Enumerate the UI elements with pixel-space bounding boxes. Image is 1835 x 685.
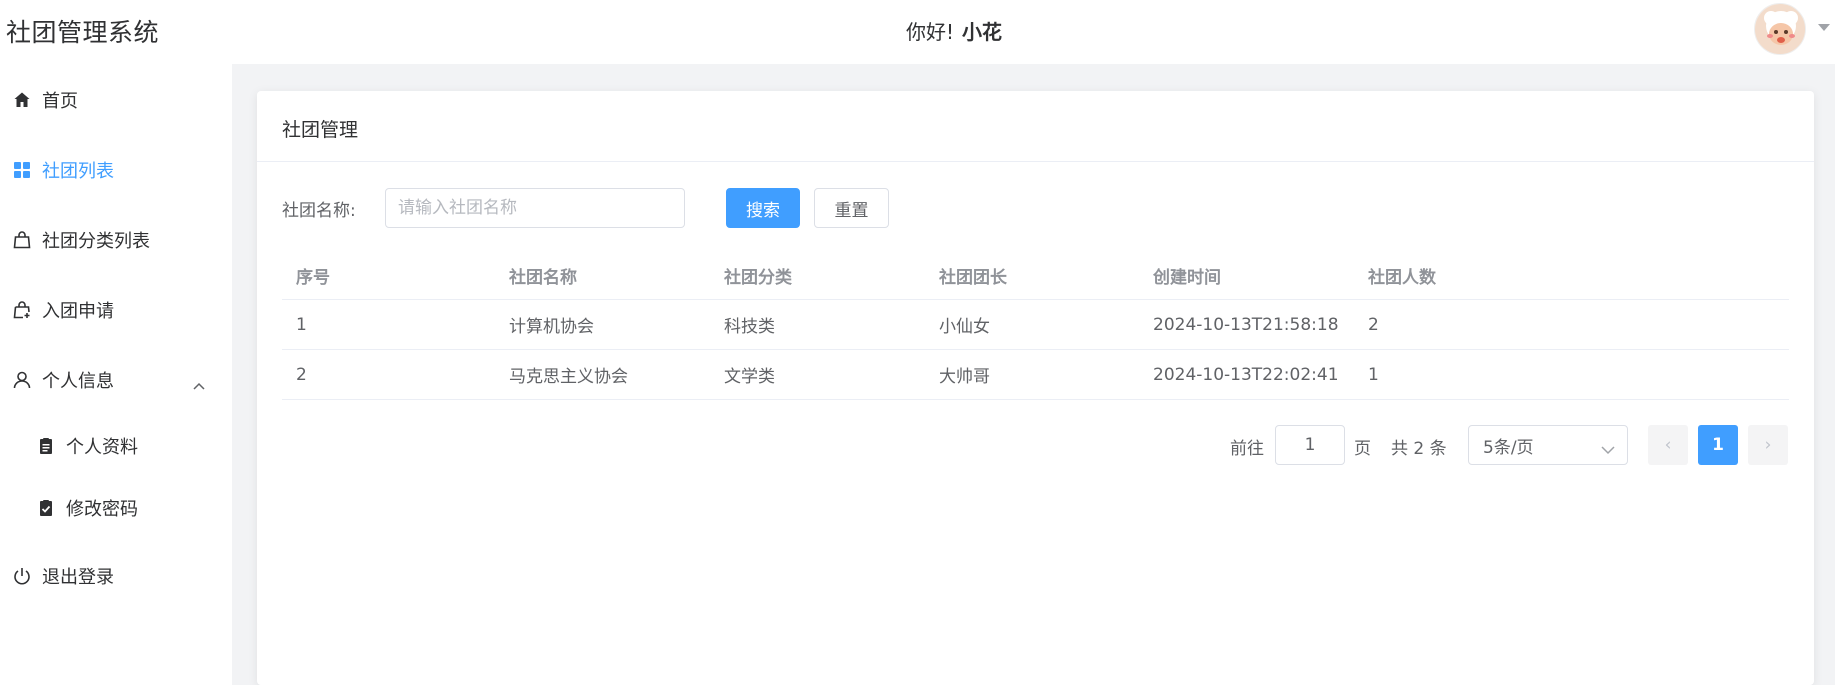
sidebar-item-label: 退出登录 xyxy=(42,567,114,588)
table-cell: 计算机协会 xyxy=(509,317,594,337)
top-header: 社团管理系统 你好! 小花 xyxy=(0,0,1835,64)
sidebar-item-personal-info[interactable]: 个人信息 xyxy=(0,352,232,408)
card-title: 社团管理 xyxy=(282,119,359,141)
pagination-total: 共 2 条 xyxy=(1391,439,1447,459)
table-cell: 小仙女 xyxy=(939,317,990,337)
sidebar-item-join-application[interactable]: 入团申请 xyxy=(0,282,232,338)
pagination-goto-suffix: 页 xyxy=(1354,439,1371,459)
table-cell: 2 xyxy=(1368,314,1379,335)
sidebar-item-label: 社团分类列表 xyxy=(42,231,150,252)
column-header[interactable]: 社团分类 xyxy=(724,251,792,299)
bag-plus-icon xyxy=(12,300,32,320)
prev-page-button[interactable]: ‹ xyxy=(1648,425,1688,465)
column-header[interactable]: 创建时间 xyxy=(1153,251,1221,299)
table-row[interactable]: 2 马克思主义协会 文学类 大帅哥 2024-10-13T22:02:41 1 xyxy=(282,350,1789,400)
page-size-value: 5条/页 xyxy=(1483,437,1534,458)
app-title: 社团管理系统 xyxy=(6,18,160,47)
greeting-prefix: 你好! xyxy=(906,20,955,44)
table-cell: 1 xyxy=(296,314,307,335)
column-header[interactable]: 社团人数 xyxy=(1368,251,1436,299)
page-size-select[interactable]: 5条/页 xyxy=(1468,425,1628,465)
greeting: 你好! 小花 xyxy=(906,16,1002,45)
sidebar-item-logout[interactable]: 退出登录 xyxy=(0,548,232,604)
club-name-search-input[interactable] xyxy=(385,188,685,228)
power-icon xyxy=(12,566,32,586)
table-cell: 文学类 xyxy=(724,367,775,387)
grid-icon xyxy=(12,160,32,180)
search-label: 社团名称: xyxy=(282,201,356,221)
next-page-button[interactable]: › xyxy=(1748,425,1788,465)
table-cell: 科技类 xyxy=(724,317,775,337)
sidebar-item-label: 个人资料 xyxy=(66,437,138,458)
user-icon xyxy=(12,370,32,390)
sidebar: 首页 社团列表 社团分类列表 入团申请 个人信息 个人资料 修改密码 退出登录 xyxy=(0,64,232,685)
reset-button[interactable]: 重置 xyxy=(814,188,889,228)
table-header-row: 序号 社团名称 社团分类 社团团长 创建时间 社团人数 xyxy=(282,251,1789,300)
table-row[interactable]: 1 计算机协会 科技类 小仙女 2024-10-13T21:58:18 2 xyxy=(282,300,1789,350)
chevron-down-icon xyxy=(1601,440,1615,460)
sidebar-item-club-categories[interactable]: 社团分类列表 xyxy=(0,212,232,268)
column-header[interactable]: 社团团长 xyxy=(939,251,1007,299)
table-cell: 2 xyxy=(296,364,307,385)
club-management-card: 社团管理 社团名称: 搜索 重置 序号 社团名称 社团分类 社团团长 创建时间 … xyxy=(257,91,1814,685)
sidebar-item-label: 修改密码 xyxy=(66,499,138,520)
table-cell: 1 xyxy=(1368,364,1379,385)
avatar-image-icon xyxy=(1755,4,1805,54)
pagination-goto-prefix: 前往 xyxy=(1230,439,1264,459)
document-icon xyxy=(36,436,56,456)
avatar[interactable] xyxy=(1754,3,1806,55)
sidebar-item-label: 个人信息 xyxy=(42,371,114,392)
sidebar-item-label: 首页 xyxy=(42,91,78,112)
username: 小花 xyxy=(962,20,1003,44)
pagination-goto-input[interactable] xyxy=(1275,425,1345,465)
clipboard-check-icon xyxy=(36,498,56,518)
chevron-up-icon xyxy=(193,374,205,395)
table-cell: 大帅哥 xyxy=(939,367,990,387)
home-icon xyxy=(12,90,32,110)
bag-icon xyxy=(12,230,32,250)
card-header: 社团管理 xyxy=(257,91,1814,162)
table-cell: 2024-10-13T21:58:18 xyxy=(1153,314,1339,335)
sidebar-item-profile[interactable]: 个人资料 xyxy=(0,418,232,474)
column-header[interactable]: 社团名称 xyxy=(509,251,577,299)
sidebar-item-label: 社团列表 xyxy=(42,161,114,182)
sidebar-item-club-list[interactable]: 社团列表 xyxy=(0,142,232,198)
table-cell: 马克思主义协会 xyxy=(509,367,628,387)
sidebar-item-change-password[interactable]: 修改密码 xyxy=(0,480,232,536)
column-header[interactable]: 序号 xyxy=(296,251,330,299)
sidebar-item-home[interactable]: 首页 xyxy=(0,72,232,128)
club-table: 序号 社团名称 社团分类 社团团长 创建时间 社团人数 1 计算机协会 科技类 … xyxy=(282,251,1789,400)
search-button[interactable]: 搜索 xyxy=(726,188,800,228)
page-number-button[interactable]: 1 xyxy=(1698,425,1738,465)
avatar-dropdown-icon[interactable] xyxy=(1818,24,1830,31)
sidebar-item-label: 入团申请 xyxy=(42,301,114,322)
table-cell: 2024-10-13T22:02:41 xyxy=(1153,364,1339,385)
